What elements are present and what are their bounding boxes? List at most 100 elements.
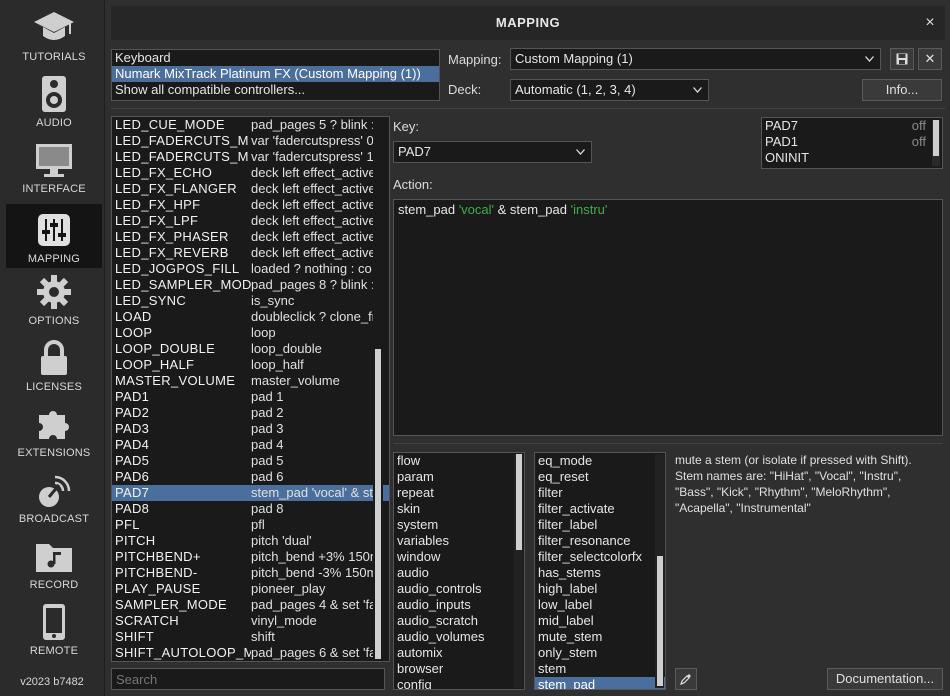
key-status-row[interactable]: PAD1 off [762,134,942,150]
key-row[interactable]: MASTER_VOLUME master_volume [112,373,389,389]
category-item[interactable]: window [394,549,524,565]
verb-item[interactable]: mid_label [535,613,665,629]
key-row[interactable]: PAD2 pad 2 [112,405,389,421]
scrollbar-thumb[interactable] [516,454,522,550]
verb-item[interactable]: high_label [535,581,665,597]
sidebar-item-remote[interactable]: REMOTE [6,596,102,660]
category-item[interactable]: variables [394,533,524,549]
verb-item[interactable]: eq_mode [535,453,665,469]
category-item[interactable]: config [394,677,524,689]
category-scrollbar[interactable] [514,454,523,688]
key-row[interactable]: LED_CUE_MODE pad_pages 5 ? blink : [112,117,389,133]
controller-list[interactable]: Keyboard Numark MixTrack Platinum FX (Cu… [111,49,440,101]
key-row[interactable]: PAD8 pad 8 [112,501,389,517]
key-row[interactable]: PAD4 pad 4 [112,437,389,453]
verb-item[interactable]: filter_activate [535,501,665,517]
key-row[interactable]: LOAD doubleclick ? clone_fr [112,309,389,325]
scrollbar-thumb[interactable] [657,556,663,686]
sidebar-item-broadcast[interactable]: BROADCAST [6,464,102,528]
key-row[interactable]: LED_JOGPOS_FILL loaded ? nothing : co [112,261,389,277]
verb-category-list[interactable]: flow param repeat skin system variables window… [393,452,525,690]
verb-item[interactable]: eq_reset [535,469,665,485]
deck-select[interactable]: Automatic (1, 2, 3, 4) [510,79,709,101]
key-row[interactable]: SCRATCH vinyl_mode [112,613,389,629]
key-row[interactable]: PAD6 pad 6 [112,469,389,485]
key-status-list[interactable]: PAD7 off PAD1 off ONINIT [761,117,943,169]
key-row[interactable]: LED_FADERCUTS_M var 'fadercutspress' 1 [112,149,389,165]
key-row[interactable]: LED_FX_ECHO deck left effect_active [112,165,389,181]
category-item[interactable]: audio_scratch [394,613,524,629]
verb-item[interactable]: mute_stem [535,629,665,645]
key-row[interactable]: PAD1 pad 1 [112,389,389,405]
key-row[interactable]: PFL pfl [112,517,389,533]
sidebar-item-options[interactable]: OPTIONS [6,266,102,330]
verb-item[interactable]: stem [535,661,665,677]
verb-item[interactable]: filter_label [535,517,665,533]
key-row[interactable]: PITCH pitch 'dual' [112,533,389,549]
sidebar-item-licenses[interactable]: LICENSES [6,332,102,396]
key-row[interactable]: LED_FX_HPF deck left effect_active [112,197,389,213]
key-row[interactable]: LED_FX_PHASER deck left effect_active [112,229,389,245]
verb-list[interactable]: eq_mode eq_reset filter filter_activate filt… [534,452,666,690]
key-row[interactable]: SHIFT shift [112,629,389,645]
verb-item[interactable]: only_stem [535,645,665,661]
mapping-select[interactable]: Custom Mapping (1) [510,48,881,70]
key-select[interactable]: PAD7 [393,141,592,163]
key-status-row[interactable]: PAD7 off [762,118,942,134]
verb-item[interactable]: filter_selectcolorfx [535,549,665,565]
key-row[interactable]: SHIFT_AUTOLOOP_M pad_pages 6 & set 'fa [112,645,389,661]
key-status-row[interactable]: ONINIT [762,150,942,166]
key-row[interactable]: LOOP_DOUBLE loop_double [112,341,389,357]
key-row[interactable]: LED_FX_REVERB deck left effect_active [112,245,389,261]
key-list-scrollbar[interactable] [373,117,383,661]
key-row[interactable]: LOOP loop [112,325,389,341]
category-item[interactable]: system [394,517,524,533]
category-item[interactable]: audio [394,565,524,581]
info-button[interactable]: Info... [862,79,942,101]
key-action-list[interactable]: LED_CUE_MODE pad_pages 5 ? blink : LED_FAD… [111,116,390,662]
controller-item-selected[interactable]: Numark MixTrack Platinum FX (Custom Mapp… [112,66,439,82]
scrollbar-thumb[interactable] [375,349,381,659]
scrollbar-thumb[interactable] [933,120,939,156]
category-item[interactable]: audio_inputs [394,597,524,613]
key-row[interactable]: LED_FX_FLANGER deck left effect_active [112,181,389,197]
sidebar-item-record[interactable]: RECORD [6,530,102,594]
key-row[interactable]: PITCHBEND+ pitch_bend +3% 150m [112,549,389,565]
key-row[interactable]: LED_FADERCUTS_M var 'fadercutspress' 0 [112,133,389,149]
sidebar-item-extensions[interactable]: EXTENSIONS [6,398,102,462]
category-item[interactable]: audio_controls [394,581,524,597]
category-item[interactable]: param [394,469,524,485]
category-item[interactable]: automix [394,645,524,661]
action-editor[interactable]: stem_pad 'vocal' & stem_pad 'instru' [393,199,943,436]
verb-scrollbar[interactable] [655,454,664,688]
verb-item[interactable]: stem_pad [535,677,665,689]
key-status-scrollbar[interactable] [932,120,940,166]
sidebar-item-audio[interactable]: AUDIO [6,68,102,132]
category-item[interactable]: repeat [394,485,524,501]
show-all-controllers-item[interactable]: Show all compatible controllers... [112,82,439,98]
sidebar-item-interface[interactable]: INTERFACE [6,134,102,198]
pick-verb-button[interactable] [675,668,697,690]
sidebar-item-mapping[interactable]: MAPPING [6,204,102,268]
documentation-button[interactable]: Documentation... [827,668,943,690]
key-row[interactable]: LED_SAMPLER_MOD pad_pages 8 ? blink : [112,277,389,293]
key-row[interactable]: LED_FX_LPF deck left effect_active [112,213,389,229]
close-icon[interactable]: × [921,14,939,32]
verb-item[interactable]: has_stems [535,565,665,581]
sidebar-item-tutorials[interactable]: TUTORIALS [6,2,102,66]
category-item[interactable]: flow [394,453,524,469]
verb-item[interactable]: low_label [535,597,665,613]
save-mapping-button[interactable] [890,48,914,70]
key-row[interactable]: PAD5 pad 5 [112,453,389,469]
category-item[interactable]: skin [394,501,524,517]
key-row[interactable]: LOOP_HALF loop_half [112,357,389,373]
controller-item[interactable]: Keyboard [112,50,439,66]
key-row[interactable]: PLAY_PAUSE pioneer_play [112,581,389,597]
category-item[interactable]: audio_volumes [394,629,524,645]
verb-item[interactable]: filter [535,485,665,501]
key-row[interactable]: LED_SYNC is_sync [112,293,389,309]
key-row[interactable]: PAD3 pad 3 [112,421,389,437]
key-row[interactable]: SAMPLER_MODE pad_pages 4 & set 'fa [112,597,389,613]
key-row[interactable]: PITCHBEND-pitch_bend -3% 150m [112,565,389,581]
category-item[interactable]: browser [394,661,524,677]
